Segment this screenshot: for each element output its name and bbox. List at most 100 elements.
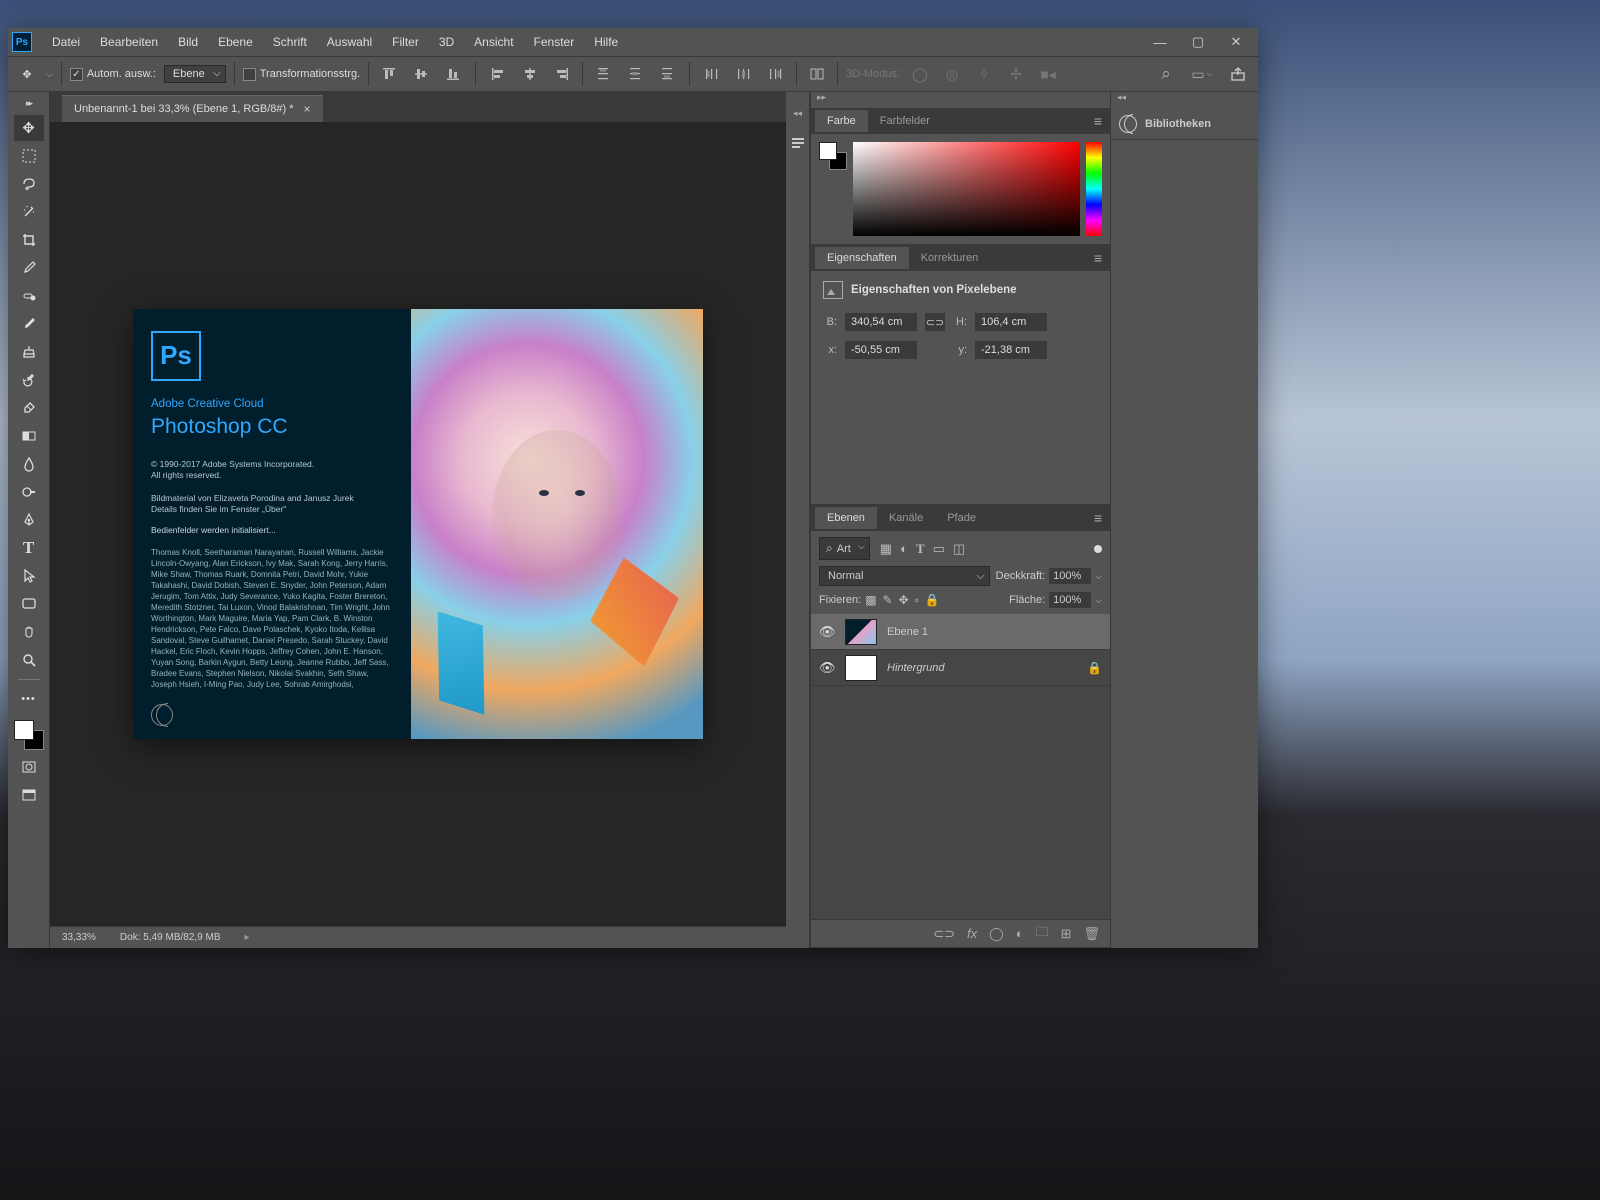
lock-all-icon[interactable]: 🔒 bbox=[925, 593, 940, 607]
history-panel-icon[interactable] bbox=[789, 133, 807, 151]
document-size[interactable]: Dok: 5,49 MB/82,9 MB bbox=[120, 932, 221, 943]
tab-ebenen[interactable]: Ebenen bbox=[815, 507, 877, 529]
dist-bottom-icon[interactable] bbox=[655, 62, 679, 86]
layer-style-icon[interactable]: fx bbox=[967, 926, 977, 941]
tab-pfade[interactable]: Pfade bbox=[935, 507, 988, 529]
menu-datei[interactable]: Datei bbox=[42, 31, 90, 53]
menu-auswahl[interactable]: Auswahl bbox=[317, 31, 382, 53]
blend-mode-dropdown[interactable]: Normal bbox=[819, 566, 990, 586]
filter-type-icon[interactable]: T bbox=[916, 541, 925, 557]
lock-artboard-icon[interactable]: ▫ bbox=[915, 593, 919, 607]
gradient-tool[interactable] bbox=[14, 423, 44, 449]
zoom-level[interactable]: 33,33% bbox=[62, 932, 96, 943]
auto-select-checkbox[interactable]: ✓ Autom. ausw.: bbox=[70, 68, 156, 81]
lock-pixels-icon[interactable]: ✎ bbox=[883, 593, 893, 607]
tab-eigenschaften[interactable]: Eigenschaften bbox=[815, 247, 909, 269]
pen-tool[interactable] bbox=[14, 507, 44, 533]
rectangle-tool[interactable] bbox=[14, 591, 44, 617]
tab-kanaele[interactable]: Kanäle bbox=[877, 507, 935, 529]
maximize-button[interactable]: ▢ bbox=[1180, 31, 1216, 53]
edit-toolbar-icon[interactable]: ••• bbox=[14, 686, 44, 712]
align-hcenter-icon[interactable] bbox=[518, 62, 542, 86]
lock-position-icon[interactable]: ✥ bbox=[899, 593, 909, 607]
brush-tool[interactable] bbox=[14, 311, 44, 337]
minimize-button[interactable]: — bbox=[1142, 31, 1178, 53]
properties-panel-menu-icon[interactable]: ≡ bbox=[1086, 250, 1110, 266]
add-mask-icon[interactable]: ◯ bbox=[989, 926, 1004, 942]
layer-thumbnail[interactable] bbox=[845, 619, 877, 645]
fill-field[interactable]: 100% bbox=[1049, 592, 1091, 608]
dock-collapse-icon[interactable]: ◂◂ bbox=[1117, 92, 1126, 108]
panel-collapse-icon[interactable]: ▸▸ bbox=[817, 92, 826, 108]
align-vcenter-icon[interactable] bbox=[409, 62, 433, 86]
delete-layer-icon[interactable]: 🗑 bbox=[1083, 926, 1100, 942]
menu-bearbeiten[interactable]: Bearbeiten bbox=[90, 31, 168, 53]
filter-adjustment-icon[interactable]: ◐ bbox=[900, 541, 908, 557]
align-left-icon[interactable] bbox=[486, 62, 510, 86]
layer-name[interactable]: Hintergrund bbox=[887, 662, 944, 674]
tab-korrekturen[interactable]: Korrekturen bbox=[909, 247, 990, 269]
menu-hilfe[interactable]: Hilfe bbox=[584, 31, 628, 53]
workspace-switcher-icon[interactable]: ▭⌵ bbox=[1190, 62, 1214, 86]
canvas-area[interactable]: Ps Adobe Creative Cloud Photoshop CC © 1… bbox=[50, 122, 786, 926]
healing-brush-tool[interactable] bbox=[14, 283, 44, 309]
align-right-icon[interactable] bbox=[550, 62, 574, 86]
search-icon[interactable]: ⌕ bbox=[1154, 62, 1178, 86]
layers-panel-menu-icon[interactable]: ≡ bbox=[1086, 510, 1110, 526]
close-tab-icon[interactable]: × bbox=[304, 102, 311, 116]
new-group-icon[interactable]: 🗀 bbox=[1036, 923, 1049, 945]
foreground-swatch[interactable] bbox=[14, 720, 34, 740]
menu-bild[interactable]: Bild bbox=[168, 31, 208, 53]
quick-mask-icon[interactable] bbox=[14, 754, 44, 780]
menu-schrift[interactable]: Schrift bbox=[263, 31, 317, 53]
visibility-toggle-icon[interactable]: 👁 bbox=[819, 624, 835, 640]
dist-hcenter-icon[interactable] bbox=[732, 62, 756, 86]
magic-wand-tool[interactable] bbox=[14, 199, 44, 225]
filter-toggle-icon[interactable] bbox=[1094, 545, 1102, 553]
menu-ebene[interactable]: Ebene bbox=[208, 31, 263, 53]
dist-right-icon[interactable] bbox=[764, 62, 788, 86]
document-tab[interactable]: Unbenannt-1 bei 33,3% (Ebene 1, RGB/8#) … bbox=[62, 95, 323, 122]
marquee-tool[interactable] bbox=[14, 143, 44, 169]
screen-mode-icon[interactable] bbox=[14, 782, 44, 808]
lasso-tool[interactable] bbox=[14, 171, 44, 197]
hand-tool[interactable] bbox=[14, 619, 44, 645]
filter-pixel-icon[interactable]: ▦ bbox=[880, 541, 892, 557]
clone-stamp-tool[interactable] bbox=[14, 339, 44, 365]
dodge-tool[interactable] bbox=[14, 479, 44, 505]
hue-slider[interactable] bbox=[1086, 142, 1102, 236]
adjustment-layer-icon[interactable]: ◐ bbox=[1016, 926, 1024, 941]
zoom-tool[interactable] bbox=[14, 647, 44, 673]
opacity-field[interactable]: 100% bbox=[1049, 568, 1091, 584]
link-dimensions-icon[interactable]: ⊂⊃ bbox=[925, 313, 945, 331]
height-field[interactable]: 106,4 cm bbox=[975, 313, 1047, 331]
align-bottom-icon[interactable] bbox=[441, 62, 465, 86]
color-swatches[interactable] bbox=[12, 718, 46, 752]
eyedropper-tool[interactable] bbox=[14, 255, 44, 281]
visibility-toggle-icon[interactable]: 👁 bbox=[819, 660, 835, 676]
color-picker-field[interactable] bbox=[853, 142, 1080, 236]
y-field[interactable]: -21,38 cm bbox=[975, 341, 1047, 359]
history-brush-tool[interactable] bbox=[14, 367, 44, 393]
transform-controls-checkbox[interactable]: Transformationsstrg. bbox=[243, 68, 360, 81]
tab-farbe[interactable]: Farbe bbox=[815, 110, 868, 132]
lock-transparency-icon[interactable]: ▩ bbox=[865, 593, 876, 607]
x-field[interactable]: -50,55 cm bbox=[845, 341, 917, 359]
toolbox-collapse-icon[interactable]: ▸▸ bbox=[26, 96, 31, 113]
layer-name[interactable]: Ebene 1 bbox=[887, 626, 928, 638]
layer-row[interactable]: 👁 Hintergrund 🔒 bbox=[811, 650, 1110, 686]
layer-row[interactable]: 👁 Ebene 1 bbox=[811, 614, 1110, 650]
filter-smart-icon[interactable]: ◫ bbox=[953, 541, 965, 557]
strip-collapse-icon[interactable]: ◂◂ bbox=[793, 108, 802, 119]
lock-icon[interactable]: 🔒 bbox=[1087, 661, 1102, 675]
move-tool[interactable]: ✥ bbox=[14, 115, 44, 141]
dist-left-icon[interactable] bbox=[700, 62, 724, 86]
color-swatch-pair[interactable] bbox=[819, 142, 847, 170]
menu-filter[interactable]: Filter bbox=[382, 31, 429, 53]
auto-align-icon[interactable] bbox=[805, 62, 829, 86]
menu-3d[interactable]: 3D bbox=[429, 31, 464, 53]
dist-top-icon[interactable] bbox=[591, 62, 615, 86]
filter-shape-icon[interactable]: ▭ bbox=[933, 541, 945, 557]
width-field[interactable]: 340,54 cm bbox=[845, 313, 917, 331]
align-top-icon[interactable] bbox=[377, 62, 401, 86]
